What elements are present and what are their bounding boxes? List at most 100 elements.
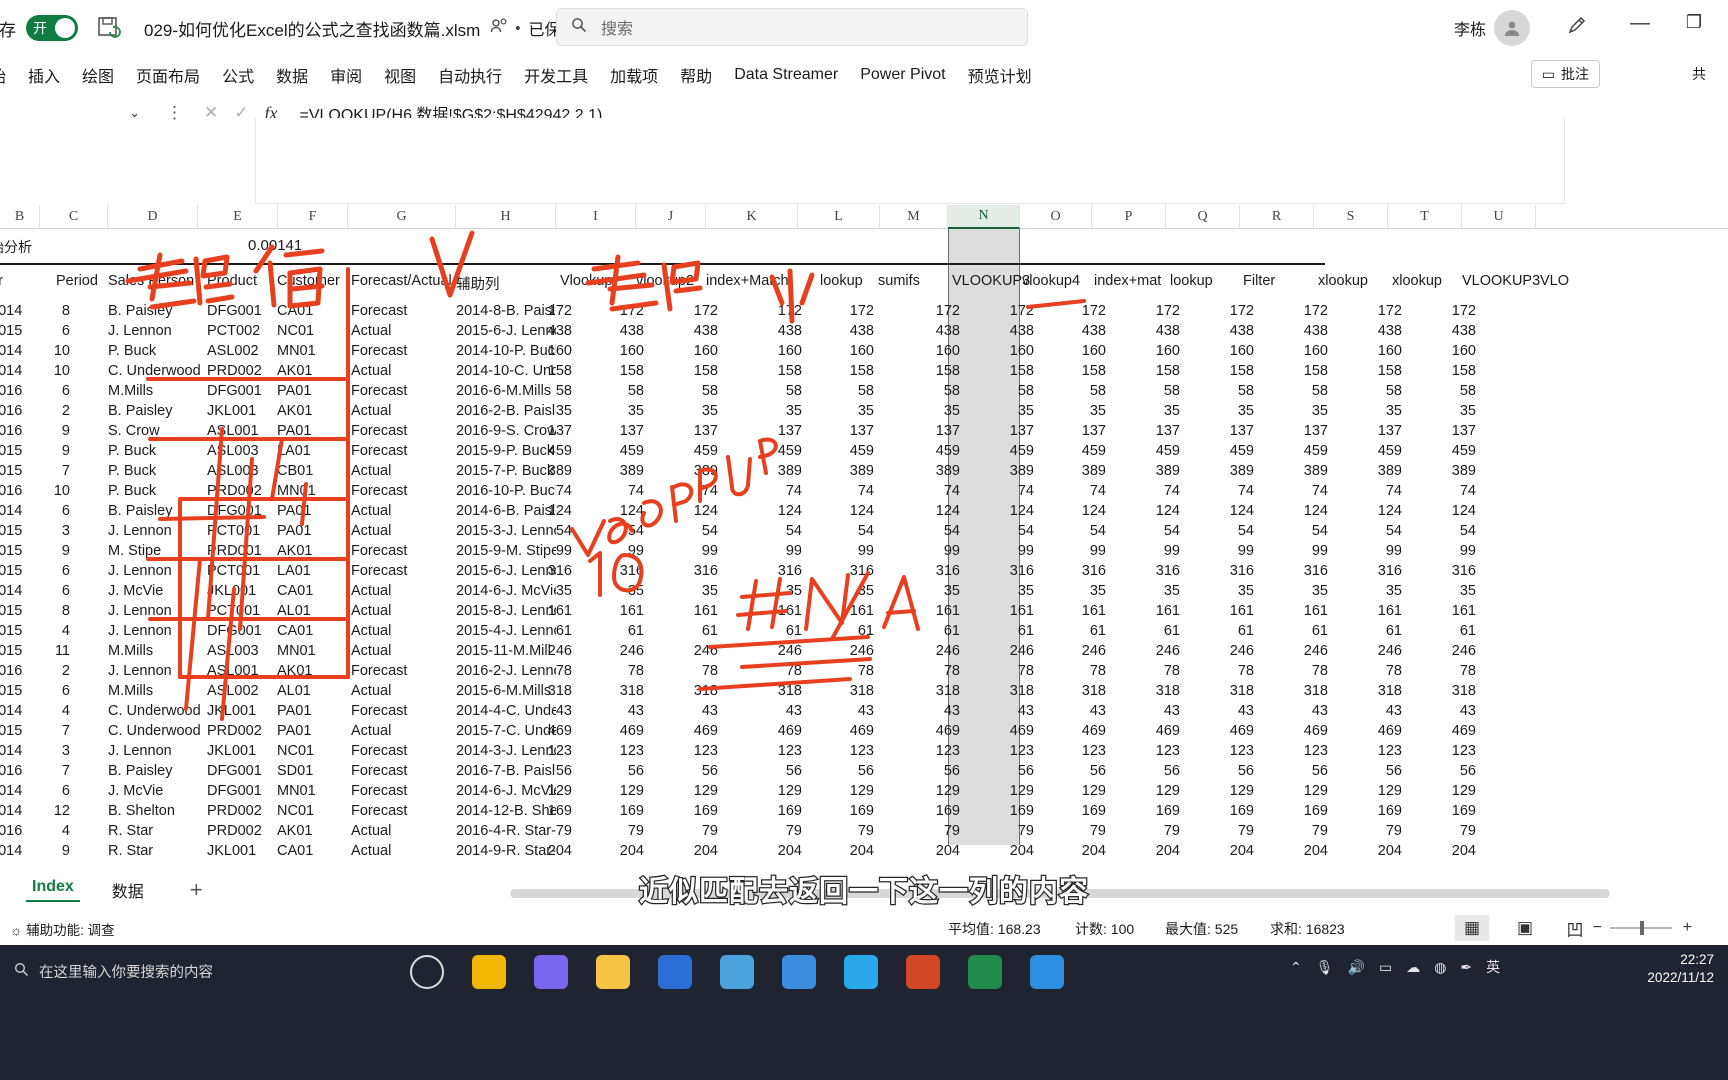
table-row[interactable]: 20146J. McVieDFG001MN01Forecast2014-6-J.…: [0, 781, 1728, 801]
system-tray[interactable]: ⌃ 🎙 🔊 ▭ ☁ ◍ ✒ 英: [1290, 957, 1500, 977]
formula-bar-more-icon[interactable]: ⋮: [166, 103, 184, 123]
avatar[interactable]: [1494, 10, 1530, 46]
name-box[interactable]: ⌄: [0, 100, 150, 126]
column-header-D[interactable]: D: [108, 205, 198, 229]
chevron-up-icon[interactable]: ⌃: [1290, 959, 1302, 976]
search-box[interactable]: 搜索: [556, 8, 1028, 46]
table-row[interactable]: 20153J. LennonPCT001PA01Actual2015-3-J. …: [0, 521, 1728, 541]
table-row[interactable]: 20167B. PaisleyDFG001SD01Forecast2016-7-…: [0, 761, 1728, 781]
ribbon-tab-8[interactable]: 自动执行: [438, 63, 502, 87]
table-row[interactable]: 20157C. UnderwoodPRD002PA01Actual2015-7-…: [0, 721, 1728, 741]
ribbon-tab-12[interactable]: Data Streamer: [734, 66, 838, 84]
column-header-S[interactable]: S: [1314, 205, 1388, 229]
column-header-O[interactable]: O: [1020, 205, 1092, 229]
ribbon-tab-0[interactable]: 始: [0, 63, 6, 87]
table-row[interactable]: 20148B. PaisleyDFG001CA01Forecast2014-8-…: [0, 301, 1728, 321]
ribbon-tab-10[interactable]: 加载项: [610, 63, 658, 87]
table-row[interactable]: 20158J. LennonPCT001AL01Actual2015-8-J. …: [0, 601, 1728, 621]
column-header-G[interactable]: G: [348, 205, 456, 229]
save-refresh-icon[interactable]: [96, 15, 122, 41]
taskbar-cortana-icon[interactable]: [410, 955, 444, 989]
table-row[interactable]: 201610P. BuckPRD002MN01Forecast2016-10-P…: [0, 481, 1728, 501]
table-row[interactable]: 201410C. UnderwoodPRD002AK01Actual2014-1…: [0, 361, 1728, 381]
taskbar-folder-icon[interactable]: [596, 955, 630, 989]
taskbar-chrome-icon[interactable]: [472, 955, 506, 989]
share-button[interactable]: 共: [1682, 60, 1716, 88]
ribbon-tab-11[interactable]: 帮助: [680, 63, 712, 87]
table-row[interactable]: 20144C. UnderwoodJKL001PA01Forecast2014-…: [0, 701, 1728, 721]
column-header-F[interactable]: F: [278, 205, 348, 229]
table-row[interactable]: 20146B. PaisleyDFG001PA01Actual2014-6-B.…: [0, 501, 1728, 521]
ribbon-tab-6[interactable]: 审阅: [330, 63, 362, 87]
column-header-L[interactable]: L: [798, 205, 880, 229]
column-header-M[interactable]: M: [880, 205, 948, 229]
pen-icon-tray[interactable]: ✒: [1460, 959, 1472, 976]
view-pagelayout-button[interactable]: ▣: [1508, 915, 1542, 941]
mic-icon[interactable]: 🎙: [1316, 959, 1334, 976]
status-max[interactable]: 最大值: 525: [1165, 919, 1238, 939]
table-row[interactable]: 20156J. LennonPCT002NC01Actual2015-6-J. …: [0, 321, 1728, 341]
taskbar-excel-icon[interactable]: [968, 955, 1002, 989]
table-row[interactable]: 20157P. BuckASL003CB01Actual2015-7-P. Bu…: [0, 461, 1728, 481]
column-header-N[interactable]: N: [948, 205, 1020, 229]
cloud-icon[interactable]: ☁: [1406, 959, 1420, 976]
table-row[interactable]: 20159M. StipePRD001AK01Forecast2015-9-M.…: [0, 541, 1728, 561]
taskbar-tools-icon[interactable]: [534, 955, 568, 989]
accessibility-status[interactable]: ☼ 辅助功能: 调查: [10, 919, 115, 939]
table-row[interactable]: 20162J. LennonASL001AK01Forecast2016-2-J…: [0, 661, 1728, 681]
column-header-U[interactable]: U: [1462, 205, 1536, 229]
ribbon-tab-14[interactable]: 预览计划: [968, 63, 1032, 87]
taskbar-outlook-icon[interactable]: [658, 955, 692, 989]
zoom-slider-knob[interactable]: [1640, 921, 1644, 935]
taskbar-clock[interactable]: 22:27 2022/11/12: [1647, 951, 1714, 987]
table-row[interactable]: 201410P. BuckASL002MN01Forecast2014-10-P…: [0, 341, 1728, 361]
table-row[interactable]: 20156M.MillsASL002AL01Actual2015-6-M.Mil…: [0, 681, 1728, 701]
person-add-icon[interactable]: [490, 18, 507, 39]
ribbon-tab-5[interactable]: 数据: [276, 63, 308, 87]
spreadsheet-grid[interactable]: 始分析 0.00141 ar Period Sales Person Product C…: [0, 229, 1728, 869]
ink-pen-icon[interactable]: [1566, 14, 1588, 42]
ribbon-tab-4[interactable]: 公式: [222, 63, 254, 87]
column-header-P[interactable]: P: [1092, 205, 1166, 229]
zoom-out-button[interactable]: −: [1593, 919, 1602, 937]
column-header-I[interactable]: I: [556, 205, 636, 229]
column-header-B[interactable]: B: [0, 205, 40, 229]
column-header-C[interactable]: C: [40, 205, 108, 229]
table-row[interactable]: 20166M.MillsDFG001PA01Forecast2016-6-M.M…: [0, 381, 1728, 401]
column-header-H[interactable]: H: [456, 205, 556, 229]
file-name[interactable]: 029-如何优化Excel的公式之查找函数篇.xlsm: [144, 16, 480, 41]
ribbon-tab-7[interactable]: 视图: [384, 63, 416, 87]
table-row[interactable]: 20154J. LennonDFG001CA01Actual2015-4-J. …: [0, 621, 1728, 641]
table-row[interactable]: 20162B. PaisleyJKL001AK01Actual2016-2-B.…: [0, 401, 1728, 421]
table-row[interactable]: 20156J. LennonPCT001LA01Forecast2015-6-J…: [0, 561, 1728, 581]
ribbon-tab-9[interactable]: 开发工具: [524, 63, 588, 87]
status-average[interactable]: 平均值: 168.23: [948, 919, 1041, 939]
name-box-chevron-icon[interactable]: ⌄: [129, 105, 140, 121]
table-row[interactable]: 20149R. StarJKL001CA01Actual2014-9-R. St…: [0, 841, 1728, 861]
view-normal-button[interactable]: ▦: [1455, 915, 1489, 941]
taskbar-powerpoint-icon[interactable]: [906, 955, 940, 989]
status-count[interactable]: 计数: 100: [1075, 919, 1134, 939]
column-header-J[interactable]: J: [636, 205, 706, 229]
table-row[interactable]: 201511M.MillsASL003MN01Actual2015-11-M.M…: [0, 641, 1728, 661]
minimize-button[interactable]: —: [1630, 12, 1650, 35]
taskbar-edge-icon[interactable]: [844, 955, 878, 989]
table-row[interactable]: 20143J. LennonJKL001NC01Forecast2014-3-J…: [0, 741, 1728, 761]
shield-icon[interactable]: ◍: [1434, 959, 1446, 976]
ribbon-tab-1[interactable]: 插入: [28, 63, 60, 87]
cancel-formula-icon[interactable]: ✕: [204, 103, 218, 123]
ime-indicator[interactable]: 英: [1486, 957, 1500, 977]
column-header-E[interactable]: E: [198, 205, 278, 229]
zoom-in-button[interactable]: +: [1683, 919, 1692, 937]
column-header-T[interactable]: T: [1388, 205, 1462, 229]
status-sum[interactable]: 求和: 16823: [1270, 919, 1345, 939]
restore-button[interactable]: ❐: [1686, 12, 1702, 33]
taskbar-search[interactable]: 在这里输入你要搜索的内容: [0, 945, 390, 997]
table-row[interactable]: 20146J. McVieJKL001CA01Actual2014-6-J. M…: [0, 581, 1728, 601]
confirm-formula-icon[interactable]: ✓: [234, 103, 248, 123]
comments-button[interactable]: ▭ 批注: [1530, 60, 1600, 88]
autosave-toggle[interactable]: 开: [26, 15, 78, 41]
column-header-R[interactable]: R: [1240, 205, 1314, 229]
table-row[interactable]: 201412B. SheltonPRD002NC01Forecast2014-1…: [0, 801, 1728, 821]
ribbon-tab-13[interactable]: Power Pivot: [860, 66, 945, 84]
